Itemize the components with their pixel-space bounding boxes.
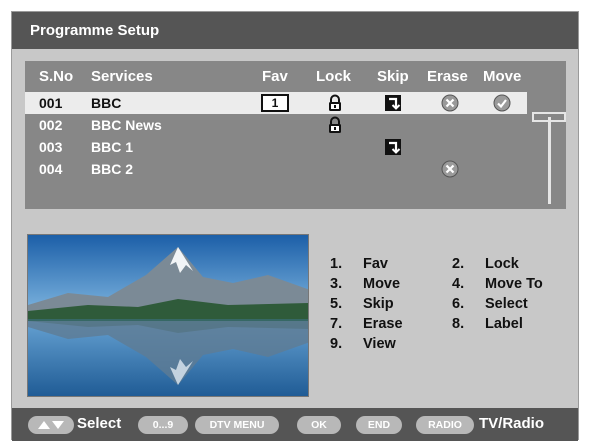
legend-label: View [363,336,396,352]
radio-button[interactable]: RADIO [416,416,474,434]
col-services: Services [91,68,153,85]
key-legend: 1. Fav 2. Lock 3. Move 4. Move To 5. Ski… [330,256,570,376]
col-erase: Erase [427,68,468,85]
col-sno: S.No [39,68,74,85]
row-number: 004 [39,161,63,177]
footer-key-bar: Select 0...9 DTV MENU OK END RADIO TV/Ra… [12,408,578,441]
row-service-name: BBC [91,95,122,111]
programme-list: S.No Services Fav Lock Skip Erase Move 0… [25,61,566,209]
table-row[interactable]: 003 BBC 1 [25,136,527,158]
lock-icon[interactable] [326,94,344,112]
table-row[interactable]: 001 BBC 1 [25,92,527,114]
column-headers: S.No Services Fav Lock Skip Erase Move [25,61,566,91]
fav-number-box[interactable]: 1 [261,94,289,112]
table-row[interactable]: 004 BBC 2 [25,158,527,180]
up-down-arrows-button[interactable] [28,416,74,434]
erase-icon[interactable] [441,160,459,178]
legend-label: Select [485,296,528,312]
legend-number: 6. [452,296,465,312]
programme-setup-window: Programme Setup S.No Services Fav Lock S… [11,11,579,441]
legend-label: Skip [363,296,394,312]
legend-label: Fav [363,256,388,272]
ok-button[interactable]: OK [297,416,341,434]
row-service-name: BBC 1 [91,139,134,155]
scrollbar-thumb[interactable] [532,112,566,122]
up-down-arrows-icon [38,421,64,429]
row-service-name: BBC News [91,117,162,133]
erase-icon[interactable] [441,94,459,112]
legend-number: 2. [452,256,465,272]
channel-preview-image [27,234,309,397]
legend-number: 3. [330,276,343,292]
legend-number: 7. [330,316,343,332]
tv-radio-label: TV/Radio [479,415,545,432]
table-row[interactable]: 002 BBC News [25,114,527,136]
legend-label: Move [363,276,401,292]
row-number: 002 [39,117,63,133]
mountain-lake-picture [28,235,308,396]
col-fav: Fav [262,68,288,85]
legend-number: 9. [330,336,343,352]
row-number: 003 [39,139,63,155]
col-skip: Skip [377,68,409,85]
legend-label: Erase [363,316,403,332]
move-check-icon[interactable] [493,94,511,112]
skip-icon[interactable] [384,94,402,112]
skip-icon[interactable] [384,138,402,156]
legend-number: 5. [330,296,343,312]
legend-number: 8. [452,316,465,332]
row-service-name: BBC 2 [91,161,134,177]
lock-icon[interactable] [326,116,344,134]
legend-label: Lock [485,256,519,272]
dtv-menu-button[interactable]: DTV MENU [195,416,279,434]
col-move: Move [483,68,522,85]
window-title: Programme Setup [12,12,578,49]
legend-label: Move To [485,276,543,292]
col-lock: Lock [316,68,352,85]
legend-number: 1. [330,256,343,272]
digits-button[interactable]: 0...9 [138,416,188,434]
scrollbar-track[interactable] [548,117,551,204]
row-number: 001 [39,95,63,111]
select-label: Select [77,415,122,432]
end-button[interactable]: END [356,416,402,434]
legend-label: Label [485,316,523,332]
legend-number: 4. [452,276,465,292]
